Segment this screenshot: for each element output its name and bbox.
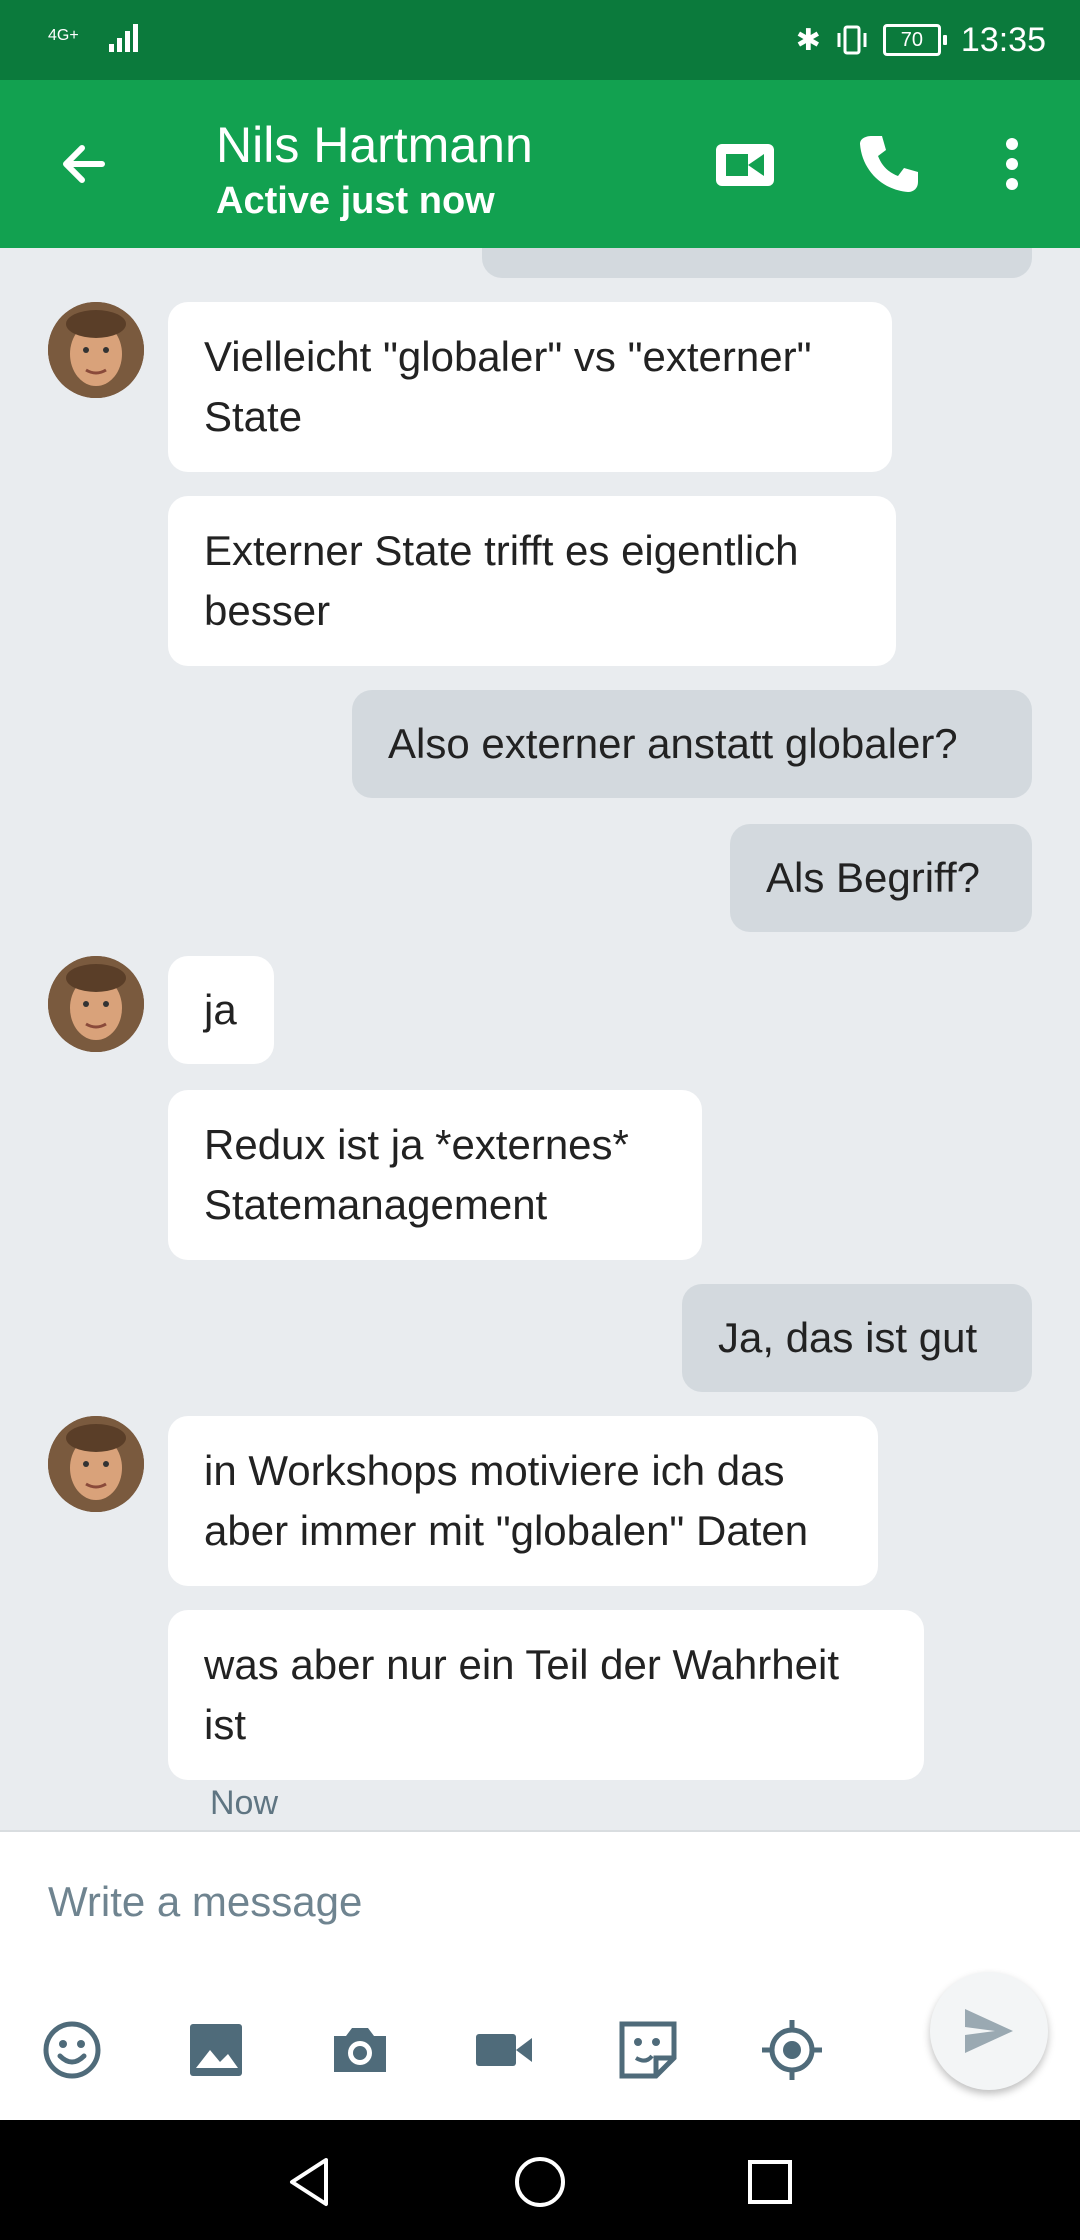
message-bubble[interactable]: Vielleicht "globaler" vs "externer" Stat…: [168, 302, 892, 472]
send-icon: [965, 2009, 1013, 2053]
message-text: Externer State trifft es eigentlich bess…: [204, 527, 799, 634]
avatar[interactable]: [48, 1416, 144, 1512]
nav-back-icon[interactable]: [282, 2154, 338, 2210]
message-bubble[interactable]: Also externer anstatt globaler?: [352, 690, 1032, 798]
contact-status: Active just now: [216, 180, 495, 222]
message-bubble[interactable]: in Workshops motiviere ich das aber imme…: [168, 1416, 878, 1586]
avatar[interactable]: [48, 302, 144, 398]
status-right: ✱ 70 13:35: [796, 20, 1046, 60]
video-call-icon[interactable]: [712, 132, 776, 196]
message-bubble[interactable]: Ja, das ist gut: [682, 1284, 1032, 1392]
sticker-icon[interactable]: [616, 2018, 680, 2082]
message-bubble[interactable]: Als Begriff?: [730, 824, 1032, 932]
avatar[interactable]: [48, 956, 144, 1052]
nav-home-icon[interactable]: [512, 2154, 568, 2210]
image-icon[interactable]: [184, 2018, 248, 2082]
camera-icon[interactable]: [328, 2018, 392, 2082]
message-text: was aber nur ein Teil der Wahrheit ist: [204, 1641, 839, 1748]
message-bubble[interactable]: Externer State trifft es eigentlich bess…: [168, 496, 896, 666]
navigation-bar: [0, 2120, 1080, 2240]
location-icon[interactable]: [760, 2018, 824, 2082]
nav-recents-icon[interactable]: [742, 2154, 798, 2210]
composer: Write a message: [0, 1830, 1080, 2122]
message-text: Vielleicht "globaler" vs "externer" Stat…: [204, 333, 812, 440]
message-timestamp: Now: [210, 1784, 279, 1822]
network-type: 4G+: [48, 27, 79, 45]
phone-icon[interactable]: [856, 132, 920, 196]
status-bar: 4G+ ✱ 70 13:35: [0, 0, 1080, 80]
partial-bubble: [482, 248, 1032, 278]
message-input[interactable]: Write a message: [48, 1878, 362, 1926]
message-text: Redux ist ja *externes* Statemanagement: [204, 1121, 629, 1228]
clock: 13:35: [960, 20, 1046, 59]
bluetooth-icon: ✱: [795, 23, 821, 57]
message-bubble[interactable]: was aber nur ein Teil der Wahrheit ist: [168, 1610, 924, 1780]
vibrate-icon: [837, 25, 867, 55]
video-icon[interactable]: [472, 2018, 536, 2082]
back-arrow-icon[interactable]: [56, 136, 112, 192]
app-bar: Nils Hartmann Active just now: [0, 80, 1080, 248]
message-text: Also externer anstatt globaler?: [388, 720, 958, 767]
send-button[interactable]: [930, 1972, 1048, 2090]
battery-level: 70: [882, 24, 941, 56]
battery-indicator: 70: [882, 24, 947, 56]
signal-icon: [109, 24, 139, 52]
contact-name[interactable]: Nils Hartmann: [216, 116, 533, 174]
signal-indicator: 4G+: [48, 18, 143, 54]
message-bubble[interactable]: ja: [168, 956, 274, 1064]
message-text: in Workshops motiviere ich das aber imme…: [204, 1447, 809, 1554]
message-text: ja: [204, 986, 237, 1033]
message-list[interactable]: Vielleicht "globaler" vs "externer" Stat…: [0, 248, 1080, 1830]
emoji-icon[interactable]: [40, 2018, 104, 2082]
message-text: Als Begriff?: [766, 854, 980, 901]
message-text: Ja, das ist gut: [718, 1314, 978, 1361]
more-vert-icon[interactable]: [980, 132, 1044, 196]
message-bubble[interactable]: Redux ist ja *externes* Statemanagement: [168, 1090, 702, 1260]
